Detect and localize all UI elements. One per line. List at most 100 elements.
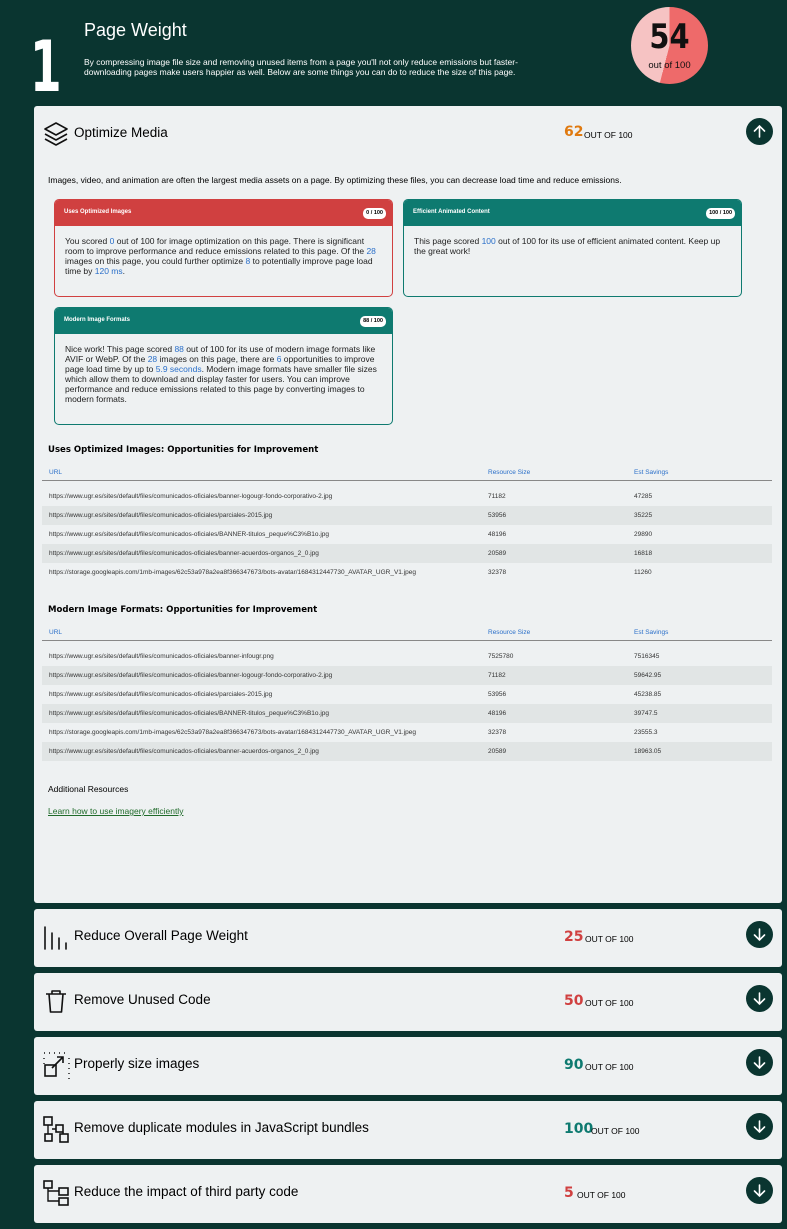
panel-score-out-of: OUT OF 100 xyxy=(585,934,634,944)
text: This page scored xyxy=(414,236,482,246)
panel-score: 5 xyxy=(564,1185,574,1201)
tree-icon xyxy=(43,1180,69,1206)
table-row: https://www.ugr.es/sites/default/files/c… xyxy=(42,525,772,544)
card-text: This page scored 100 out of 100 for its … xyxy=(404,226,741,256)
cell-resource-size: 48196 xyxy=(488,531,507,538)
cell-resource-size: 32378 xyxy=(488,569,507,576)
table-row: https://www.ugr.es/sites/default/files/c… xyxy=(42,704,772,723)
cell-url: https://www.ugr.es/sites/default/files/c… xyxy=(49,653,274,660)
arrow-down-icon xyxy=(753,1056,766,1070)
page-title: Page Weight xyxy=(84,20,187,40)
panel-score: 100 xyxy=(564,1121,594,1137)
panel-reduce-overall-page-weight: Reduce Overall Page Weight 25 OUT OF 100 xyxy=(34,909,782,967)
highlight: 28 xyxy=(366,246,376,256)
table-row: https://storage.googleapis.com/1mb-image… xyxy=(42,723,772,742)
card-header: Efficient Animated Content 100 / 100 xyxy=(404,200,741,226)
panel-score-out-of: OUT OF 100 xyxy=(585,1062,634,1072)
arrow-down-icon xyxy=(753,928,766,942)
panel-title[interactable]: Reduce Overall Page Weight xyxy=(74,928,248,943)
column-header-url: URL xyxy=(49,469,63,476)
column-header-resource-size: Resource Size xyxy=(488,469,531,476)
cell-resource-size: 71182 xyxy=(488,672,506,679)
panel-score: 90 xyxy=(564,1057,584,1073)
table-row: https://www.ugr.es/sites/default/files/c… xyxy=(42,666,772,685)
panel-score: 62 xyxy=(564,124,584,140)
cell-est-savings: 47285 xyxy=(634,493,653,500)
cell-resource-size: 53956 xyxy=(488,512,507,519)
cell-url: https://www.ugr.es/sites/default/files/c… xyxy=(49,710,329,717)
arrow-down-icon xyxy=(753,1184,766,1198)
cell-url: https://www.ugr.es/sites/default/files/c… xyxy=(49,672,333,679)
table-title: Modern Image Formats: Opportunities for … xyxy=(48,605,318,615)
cell-est-savings: 16818 xyxy=(634,550,653,557)
cell-resource-size: 48196 xyxy=(488,710,507,717)
bars-icon xyxy=(44,926,67,950)
highlight: 5.9 seconds xyxy=(155,364,202,374)
arrow-down-icon xyxy=(753,992,766,1006)
panel-title[interactable]: Remove Unused Code xyxy=(74,992,211,1007)
expand-button[interactable] xyxy=(746,985,773,1012)
highlight: 120 ms xyxy=(94,266,123,276)
cell-resource-size: 71182 xyxy=(488,493,506,500)
expand-button[interactable] xyxy=(746,1113,773,1140)
page-description: By compressing image file size and remov… xyxy=(84,57,518,77)
overall-score: 54 xyxy=(649,17,690,57)
panel-title[interactable]: Remove duplicate modules in JavaScript b… xyxy=(74,1120,369,1135)
panel-reduce-third-party-code: Reduce the impact of third party code 5 … xyxy=(34,1165,782,1223)
cell-resource-size: 32378 xyxy=(488,729,507,736)
panel-properly-size-images: Properly size images 90 OUT OF 100 xyxy=(34,1037,782,1095)
cell-url: https://www.ugr.es/sites/default/files/c… xyxy=(49,512,273,519)
panel-title[interactable]: Properly size images xyxy=(74,1056,199,1071)
expand-button[interactable] xyxy=(746,1049,773,1076)
cell-resource-size: 53956 xyxy=(488,691,507,698)
table-row: https://www.ugr.es/sites/default/files/c… xyxy=(42,544,772,563)
panel-title[interactable]: Reduce the impact of third party code xyxy=(74,1184,298,1199)
column-header-resource-size: Resource Size xyxy=(488,629,531,636)
section-number: 1 xyxy=(30,26,62,108)
card-text: You scored 0 out of 100 for image optimi… xyxy=(55,226,392,276)
table-row: https://storage.googleapis.com/1mb-image… xyxy=(42,563,772,582)
imagery-efficiency-link[interactable]: Learn how to use imagery efficiently xyxy=(48,806,183,816)
cell-url: https://www.ugr.es/sites/default/files/c… xyxy=(49,748,319,755)
table-row: https://www.ugr.es/sites/default/files/c… xyxy=(42,647,772,666)
cell-est-savings: 23555.3 xyxy=(634,729,658,736)
table-header: URL Resource Size Est Savings xyxy=(42,624,772,641)
text: Nice work! This page scored xyxy=(65,344,175,354)
cell-resource-size: 7525780 xyxy=(488,653,514,660)
cell-est-savings: 35225 xyxy=(634,512,653,519)
card-score-badge: 0 / 100 xyxy=(363,208,386,219)
card-title: Uses Optimized Images xyxy=(64,209,132,215)
cell-url: https://www.ugr.es/sites/default/files/c… xyxy=(49,691,273,698)
table-row: https://www.ugr.es/sites/default/files/c… xyxy=(42,685,772,704)
trash-icon xyxy=(46,990,66,1013)
card-score-badge: 88 / 100 xyxy=(360,316,386,327)
additional-resources-heading: Additional Resources xyxy=(48,784,129,794)
cell-est-savings: 18963.05 xyxy=(634,748,662,755)
highlight: 100 xyxy=(481,236,496,246)
card-efficient-animated-content: Efficient Animated Content 100 / 100 Thi… xyxy=(403,199,742,297)
panel-score: 50 xyxy=(564,993,584,1009)
panel-title[interactable]: Optimize Media xyxy=(74,125,168,140)
layers-icon xyxy=(44,122,68,146)
cell-url: https://www.ugr.es/sites/default/files/c… xyxy=(49,493,333,500)
arrow-up-icon xyxy=(753,124,766,138)
table-row: https://www.ugr.es/sites/default/files/c… xyxy=(42,742,772,761)
cell-est-savings: 29890 xyxy=(634,531,653,538)
column-header-est-savings: Est Savings xyxy=(634,629,669,636)
collapse-button[interactable] xyxy=(746,118,773,145)
column-header-est-savings: Est Savings xyxy=(634,469,669,476)
expand-button[interactable] xyxy=(746,1177,773,1204)
overall-score-out-of: out of 100 xyxy=(648,60,691,71)
card-uses-optimized-images: Uses Optimized Images 0 / 100 You scored… xyxy=(54,199,393,297)
card-header: Modern Image Formats 88 / 100 xyxy=(55,308,392,334)
panel-intro: Images, video, and animation are often t… xyxy=(48,175,622,185)
text: You scored xyxy=(65,236,110,246)
card-header: Uses Optimized Images 0 / 100 xyxy=(55,200,392,226)
expand-button[interactable] xyxy=(746,921,773,948)
panel-score: 25 xyxy=(564,929,584,945)
cell-est-savings: 39747.5 xyxy=(634,710,658,717)
panel-score-out-of: OUT OF 100 xyxy=(585,998,634,1008)
cell-url: https://storage.googleapis.com/1mb-image… xyxy=(49,729,417,736)
table-header: URL Resource Size Est Savings xyxy=(42,464,772,481)
cell-url: https://www.ugr.es/sites/default/files/c… xyxy=(49,550,319,557)
